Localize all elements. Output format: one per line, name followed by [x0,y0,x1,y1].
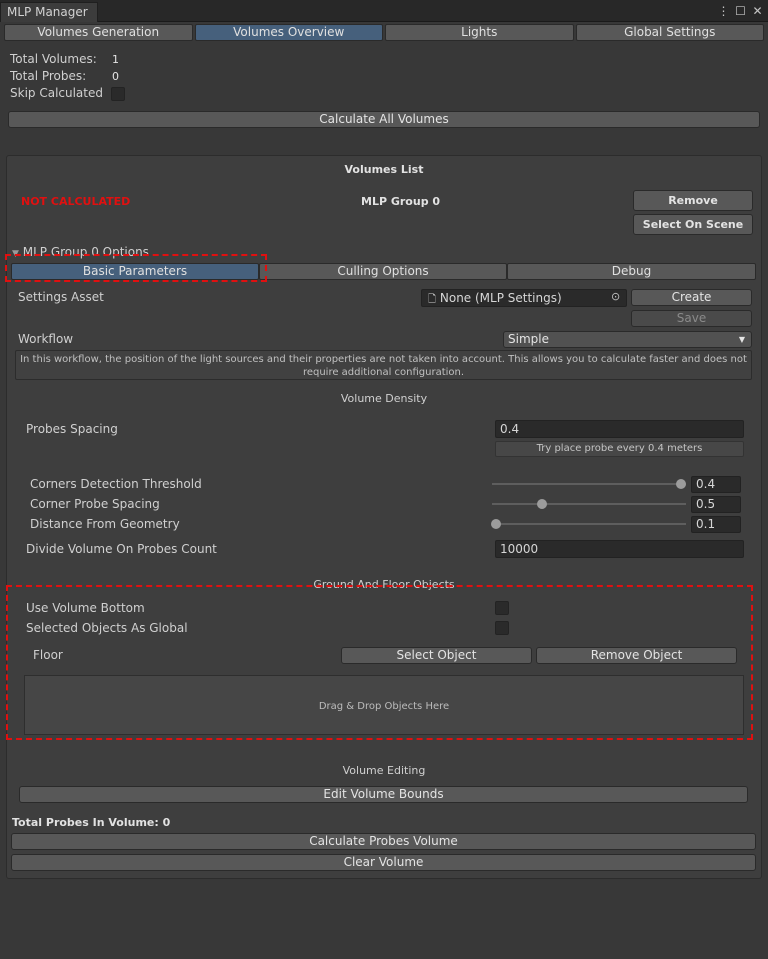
main-tabbar: Volumes Generation Volumes Overview Ligh… [4,24,764,41]
more-icon[interactable]: ⋮ [717,4,730,18]
corners-threshold-knob[interactable] [676,479,686,489]
close-icon[interactable]: ✕ [751,4,764,18]
corners-threshold-track[interactable] [492,483,686,485]
distance-geometry-knob[interactable] [491,519,501,529]
workflow-label: Workflow [18,332,74,346]
tab-global-settings[interactable]: Global Settings [575,24,764,41]
group-name: MLP Group 0 [361,195,441,208]
settings-asset-label: Settings Asset [18,290,104,304]
settings-asset-field[interactable]: 🗋 None (MLP Settings) [421,289,627,307]
distance-geometry-label: Distance From Geometry [30,517,180,531]
save-button[interactable]: Save [631,310,752,327]
tab-volumes-overview[interactable]: Volumes Overview [194,24,383,41]
document-icon: 🗋 [428,294,437,305]
workflow-value: Simple [508,332,549,346]
window-controls: ⋮ ☐ ✕ [717,2,764,20]
total-probes-value: 0 [112,70,119,83]
window-titlebar [0,0,768,22]
remove-button[interactable]: Remove [633,190,753,211]
skip-calculated-label: Skip Calculated [10,86,103,100]
corner-spacing-input[interactable]: 0.5 [691,496,741,513]
corner-spacing-track[interactable] [492,503,686,505]
volume-editing-title: Volume Editing [342,764,426,777]
skip-calculated-checkbox[interactable] [111,87,125,101]
highlight-ground-floor [6,585,753,740]
probes-spacing-input[interactable]: 0.4 [495,420,744,438]
calculate-all-volumes-button[interactable]: Calculate All Volumes [8,111,760,128]
subtab-culling-options[interactable]: Culling Options [259,263,507,280]
total-probes-in-volume: Total Probes In Volume: 0 [12,816,171,829]
divide-volume-input[interactable]: 10000 [495,540,744,558]
edit-volume-bounds-button[interactable]: Edit Volume Bounds [19,786,748,803]
distance-geometry-track[interactable] [492,523,686,525]
distance-geometry-input[interactable]: 0.1 [691,516,741,533]
probes-spacing-hint: Try place probe every 0.4 meters [495,441,744,457]
subtab-debug[interactable]: Debug [507,263,756,280]
window-tab[interactable]: MLP Manager [0,2,98,22]
probes-spacing-label: Probes Spacing [26,422,118,436]
chevron-down-icon: ▼ [738,335,745,344]
select-on-scene-button[interactable]: Select On Scene [633,214,753,235]
highlight-basic-parameters [5,254,267,282]
window-title: MLP Manager [7,5,88,19]
workflow-help-box: In this workflow, the position of the li… [15,350,752,380]
workflow-help-line2: require additional configuration. [302,367,465,378]
corners-threshold-label: Corners Detection Threshold [30,477,202,491]
corner-spacing-knob[interactable] [537,499,547,509]
maximize-icon[interactable]: ☐ [734,4,747,18]
create-button[interactable]: Create [631,289,752,306]
settings-asset-value: None (MLP Settings) [439,291,562,305]
divide-volume-label: Divide Volume On Probes Count [26,542,217,556]
clear-volume-button[interactable]: Clear Volume [11,854,756,871]
corner-spacing-label: Corner Probe Spacing [30,497,160,511]
corners-threshold-input[interactable]: 0.4 [691,476,741,493]
tab-volumes-generation[interactable]: Volumes Generation [4,24,193,41]
tab-lights[interactable]: Lights [385,24,574,41]
object-picker-icon[interactable]: ⊙ [611,290,620,303]
total-probes-label: Total Probes: [10,69,87,83]
total-volumes-value: 1 [112,53,119,66]
volumes-list-title: Volumes List [344,163,424,176]
workflow-dropdown[interactable]: Simple ▼ [503,331,752,348]
total-volumes-label: Total Volumes: [10,52,97,66]
volume-density-title: Volume Density [340,392,428,405]
status-badge: NOT CALCULATED [21,195,131,208]
calculate-probes-volume-button[interactable]: Calculate Probes Volume [11,833,756,850]
workflow-help-line1: In this workflow, the position of the li… [20,354,747,365]
